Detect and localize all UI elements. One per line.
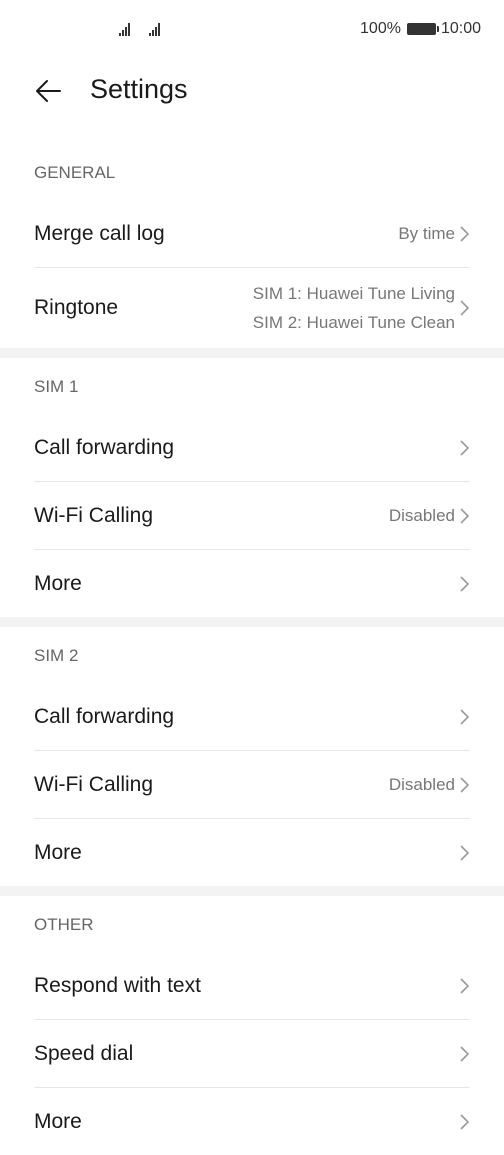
row-label: Respond with text bbox=[34, 973, 201, 997]
row-value: Disabled bbox=[388, 774, 455, 794]
row-label: Call forwarding bbox=[34, 435, 175, 459]
chevron-right-icon bbox=[460, 300, 470, 316]
row-wifi-calling-sim1[interactable]: Wi-Fi Calling Disabled bbox=[34, 482, 470, 550]
row-merge-call-log[interactable]: Merge call log By time bbox=[34, 200, 470, 268]
battery-percent: 100% bbox=[360, 20, 401, 37]
section-general: GENERAL Merge call log By time Ringtone … bbox=[0, 144, 504, 348]
row-ringtone[interactable]: Ringtone SIM 1: Huawei Tune Living SIM 2… bbox=[34, 268, 470, 348]
row-label: Merge call log bbox=[34, 221, 165, 245]
section-header: GENERAL bbox=[34, 163, 116, 182]
section-other: OTHER Respond with text Speed dial More bbox=[0, 896, 504, 1155]
section-divider bbox=[0, 617, 504, 627]
row-more-sim1[interactable]: More bbox=[34, 550, 470, 617]
row-value: SIM 1: Huawei Tune Living SIM 2: Huawei … bbox=[253, 279, 455, 337]
row-call-forwarding-sim2[interactable]: Call forwarding bbox=[34, 683, 470, 751]
section-sim2: SIM 2 Call forwarding Wi-Fi Calling Disa… bbox=[0, 627, 504, 886]
row-respond-with-text[interactable]: Respond with text bbox=[34, 952, 470, 1020]
chevron-right-icon bbox=[460, 1045, 470, 1062]
chevron-right-icon bbox=[460, 708, 470, 725]
section-header: OTHER bbox=[34, 915, 94, 934]
row-speed-dial[interactable]: Speed dial bbox=[34, 1020, 470, 1088]
chevron-right-icon bbox=[460, 1113, 470, 1130]
clock: 10:00 bbox=[440, 20, 481, 37]
row-label: Ringtone bbox=[34, 296, 119, 319]
row-label: Speed dial bbox=[34, 1041, 134, 1065]
row-label: More bbox=[34, 571, 82, 595]
section-divider bbox=[0, 886, 504, 896]
row-value: Disabled bbox=[388, 505, 455, 525]
page-title: Settings bbox=[90, 74, 188, 104]
battery-icon bbox=[406, 23, 439, 35]
signal-strength-sim2-icon bbox=[149, 22, 160, 36]
row-label: Call forwarding bbox=[34, 704, 175, 728]
settings-list: GENERAL Merge call log By time Ringtone … bbox=[0, 144, 504, 1155]
signal-strength-sim1-icon bbox=[119, 22, 130, 36]
chevron-right-icon bbox=[460, 844, 470, 861]
row-label: Wi-Fi Calling bbox=[34, 503, 154, 527]
row-value: By time bbox=[398, 223, 455, 243]
chevron-right-icon bbox=[460, 977, 470, 994]
chevron-right-icon bbox=[460, 776, 470, 793]
row-label: More bbox=[34, 840, 82, 864]
status-right: 100% 10:00 bbox=[360, 20, 481, 38]
chevron-right-icon bbox=[460, 225, 470, 242]
section-divider bbox=[0, 348, 504, 358]
ringtone-sim2: SIM 2: Huawei Tune Clean bbox=[252, 313, 455, 332]
app-bar: Settings bbox=[0, 62, 504, 120]
row-call-forwarding-sim1[interactable]: Call forwarding bbox=[34, 414, 470, 482]
section-header: SIM 2 bbox=[34, 646, 79, 665]
row-more-other[interactable]: More bbox=[34, 1088, 470, 1155]
chevron-right-icon bbox=[460, 439, 470, 456]
chevron-right-icon bbox=[460, 575, 470, 592]
row-wifi-calling-sim2[interactable]: Wi-Fi Calling Disabled bbox=[34, 751, 470, 819]
chevron-right-icon bbox=[460, 507, 470, 524]
row-label: More bbox=[34, 1109, 82, 1133]
back-arrow-icon bbox=[36, 80, 61, 102]
status-bar: 100% 10:00 bbox=[0, 0, 504, 62]
back-button[interactable] bbox=[33, 76, 63, 106]
row-label: Wi-Fi Calling bbox=[34, 772, 154, 796]
section-sim1: SIM 1 Call forwarding Wi-Fi Calling Disa… bbox=[0, 358, 504, 617]
section-header: SIM 1 bbox=[34, 377, 79, 396]
row-more-sim2[interactable]: More bbox=[34, 819, 470, 886]
ringtone-sim1: SIM 1: Huawei Tune Living bbox=[252, 284, 455, 303]
